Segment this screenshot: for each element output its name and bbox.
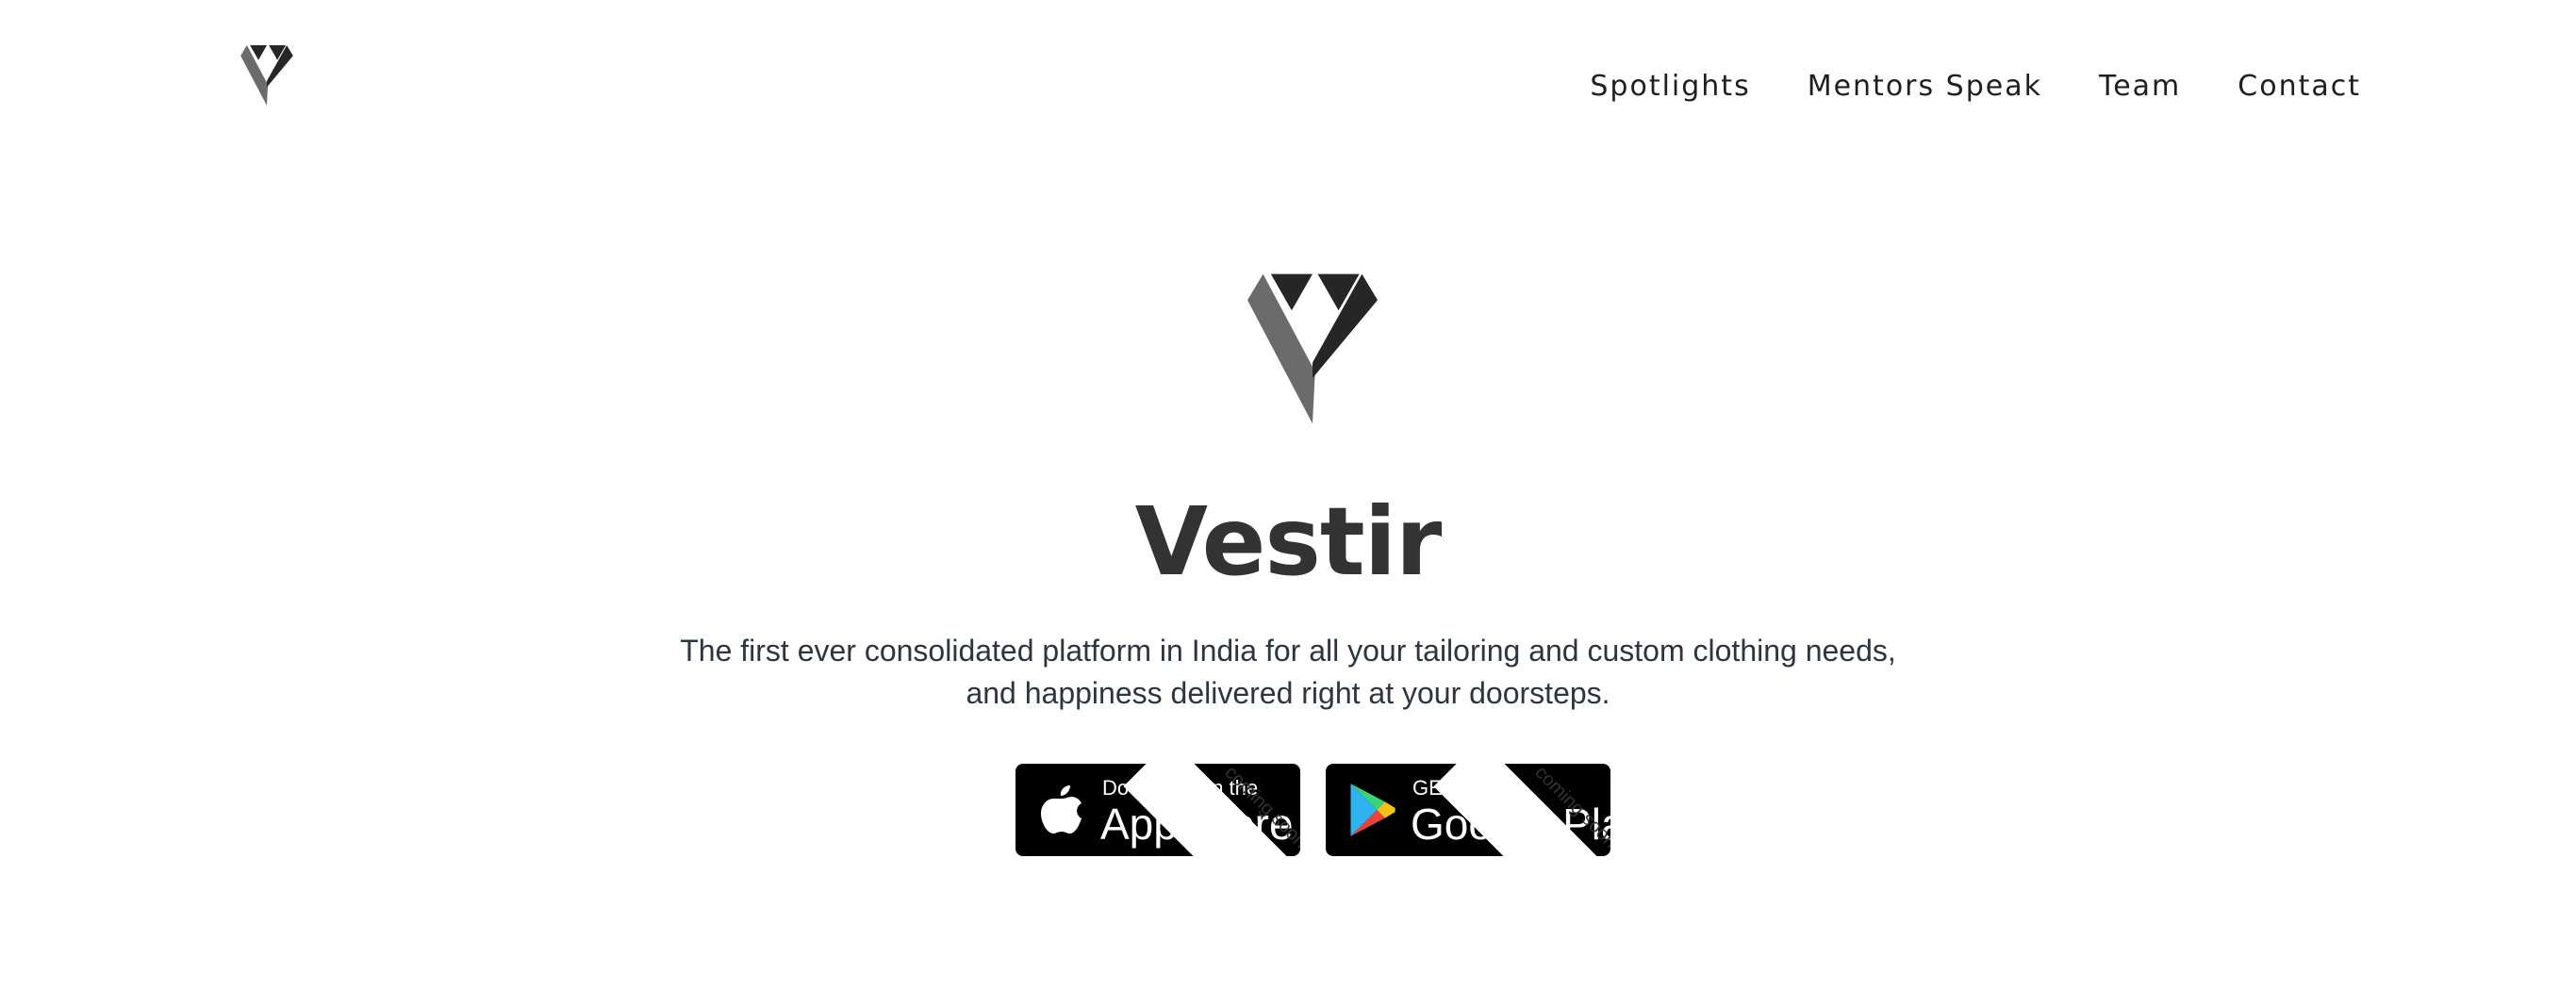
nav-team-link[interactable]: Team [2099,68,2181,106]
apple-icon [1041,785,1082,834]
brand-title: Vestir [1134,487,1443,597]
tagline-line-2: and happiness delivered right at your do… [966,676,1610,710]
app-store-badge[interactable]: Download on the App Store coming soon [1016,764,1300,856]
google-play-icon [1350,784,1395,836]
nav-spotlights-link[interactable]: Spotlights [1590,68,1750,106]
tagline-line-1: The first ever consolidated platform in … [680,634,1896,668]
google-play-badge[interactable]: GET IT ON Google Play coming soon [1326,764,1610,856]
nav-contact-link[interactable]: Contact [2237,68,2361,106]
main-nav: Spotlights Mentors Speak Team Contact [1590,68,2361,106]
nav-mentors-speak-link[interactable]: Mentors Speak [1808,68,2042,106]
vestir-logo-icon[interactable] [240,45,293,106]
tagline: The first ever consolidated platform in … [0,630,2576,715]
vestir-logo-icon [1247,273,1378,424]
